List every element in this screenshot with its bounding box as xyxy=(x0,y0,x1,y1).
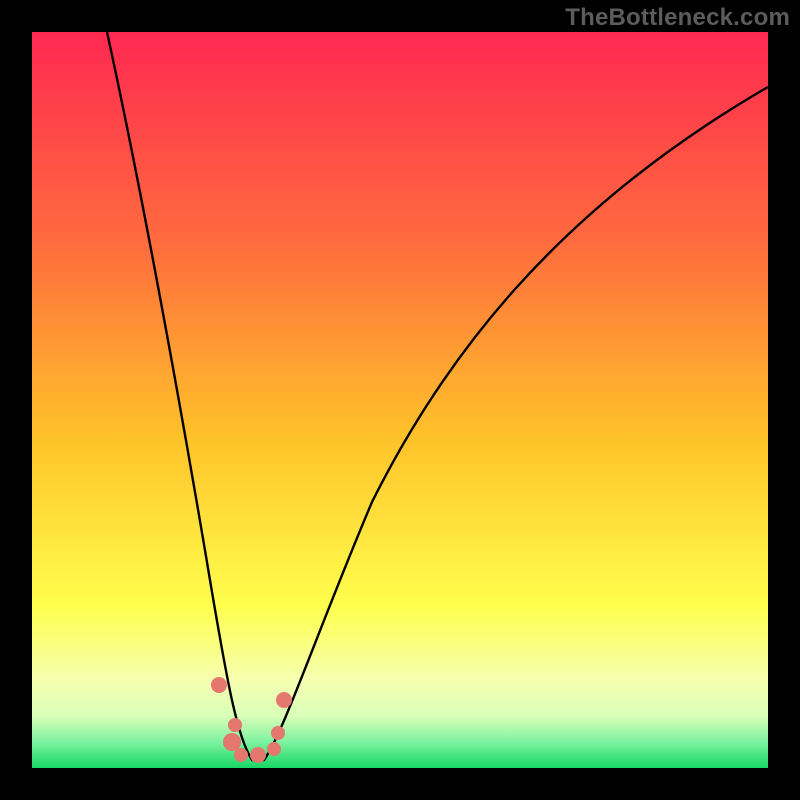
curve-marker xyxy=(228,718,242,732)
curve-marker xyxy=(276,692,292,708)
curve-marker xyxy=(211,677,227,693)
plot-area xyxy=(32,32,768,768)
bottleneck-curve xyxy=(32,32,768,768)
curve-marker xyxy=(271,726,285,740)
watermark-text: TheBottleneck.com xyxy=(565,4,790,32)
curve-marker xyxy=(234,748,248,762)
curve-marker xyxy=(267,742,281,756)
chart-frame: TheBottleneck.com xyxy=(0,0,800,800)
curve-marker xyxy=(250,747,266,763)
